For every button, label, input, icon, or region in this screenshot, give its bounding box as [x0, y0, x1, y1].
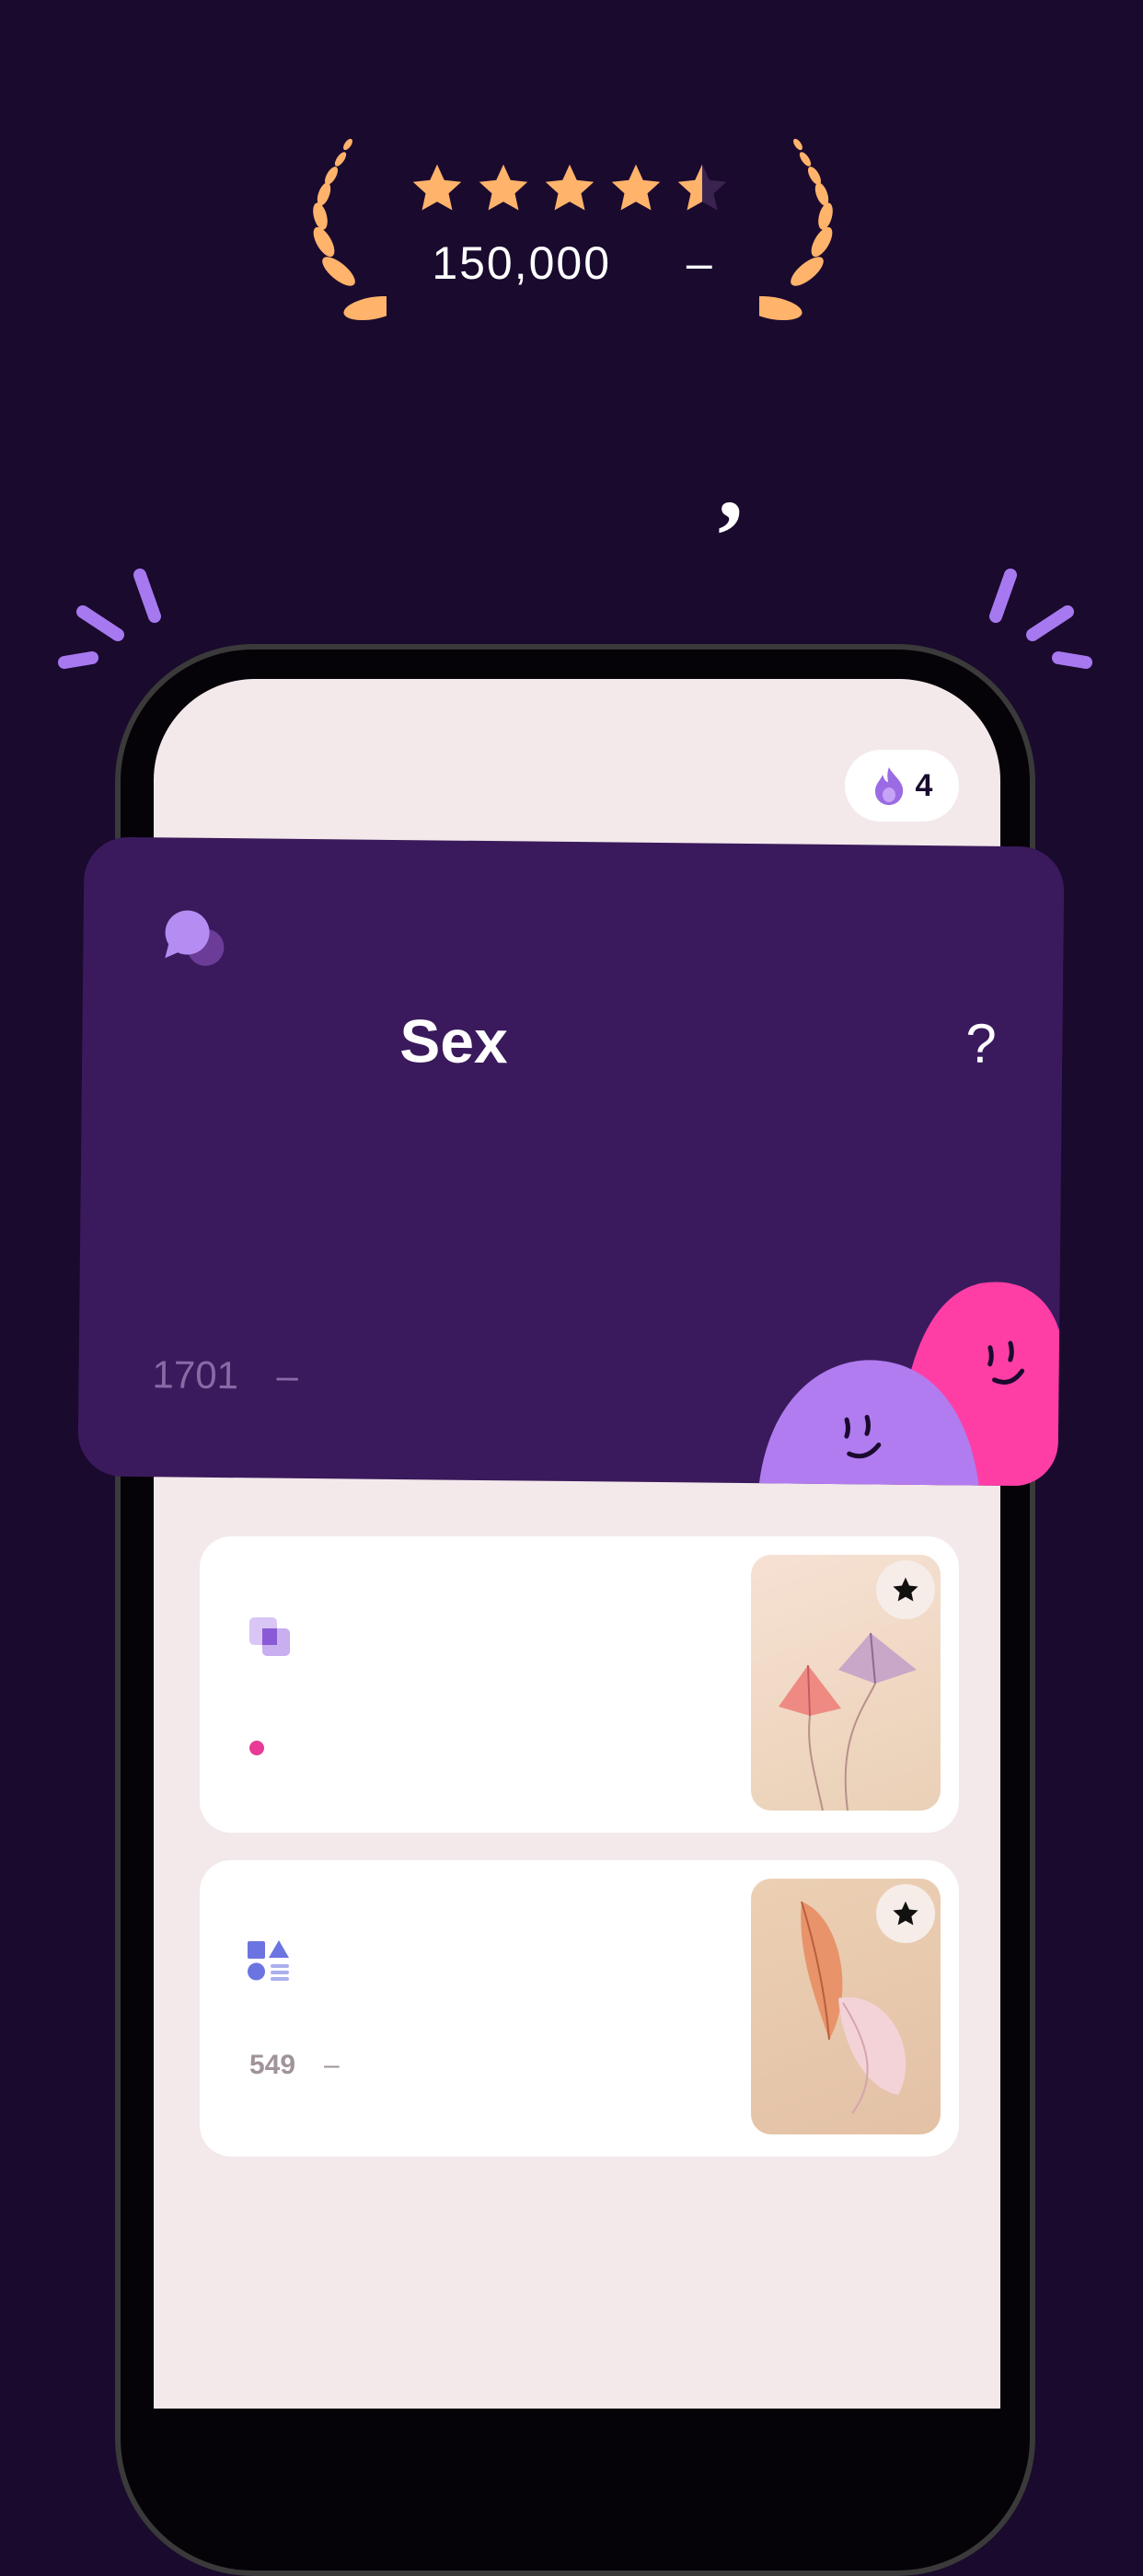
rating-badge: 150,000 –: [304, 133, 842, 336]
star-rating: [410, 161, 741, 225]
star-icon: [893, 1577, 918, 1602]
star-icon: [893, 1901, 918, 1926]
status-dot: [249, 1741, 264, 1755]
mascot-blobs-icon: [758, 1282, 1064, 1487]
topic-card[interactable]: Sex ? 1701 –: [77, 836, 1065, 1487]
star-full-icon: [479, 164, 528, 211]
content-card[interactable]: [200, 1536, 959, 1833]
flame-count: 4: [915, 767, 933, 803]
topic-dash: –: [276, 1353, 299, 1397]
topic-title: Sex: [398, 1006, 509, 1076]
laurel-left-icon: [313, 138, 387, 321]
feathers-image: [751, 1879, 941, 2134]
topic-question-mark: ?: [965, 1012, 998, 1075]
kites-image: [751, 1555, 941, 1811]
star-full-icon: [412, 164, 462, 211]
sparkle-right-icon: [989, 569, 1092, 669]
star-full-icon: [611, 164, 661, 211]
star-full-icon: [545, 164, 595, 211]
sparkle-left-icon: [58, 569, 161, 669]
topic-count: 1701: [152, 1352, 239, 1397]
card-meta-count: 549: [249, 2050, 296, 2080]
rating-count-line: 150,000 –: [377, 236, 768, 290]
laurel-right-icon: [759, 138, 833, 321]
layers-icon: [249, 1617, 290, 1656]
card-meta-dash: –: [324, 2050, 340, 2080]
flame-counter[interactable]: 4: [845, 750, 959, 822]
content-card[interactable]: 549 –: [200, 1860, 959, 2156]
chat-bubbles-icon: [165, 910, 225, 966]
rating-count: 150,000: [432, 237, 612, 289]
favorite-button[interactable]: [876, 1560, 935, 1619]
shapes-icon: [248, 1940, 289, 1981]
star-half-icon: [677, 164, 727, 211]
rating-dash: –: [686, 237, 714, 289]
favorite-button[interactable]: [876, 1884, 935, 1943]
headline-comma: ,: [718, 427, 744, 539]
flame-icon: [874, 767, 903, 805]
